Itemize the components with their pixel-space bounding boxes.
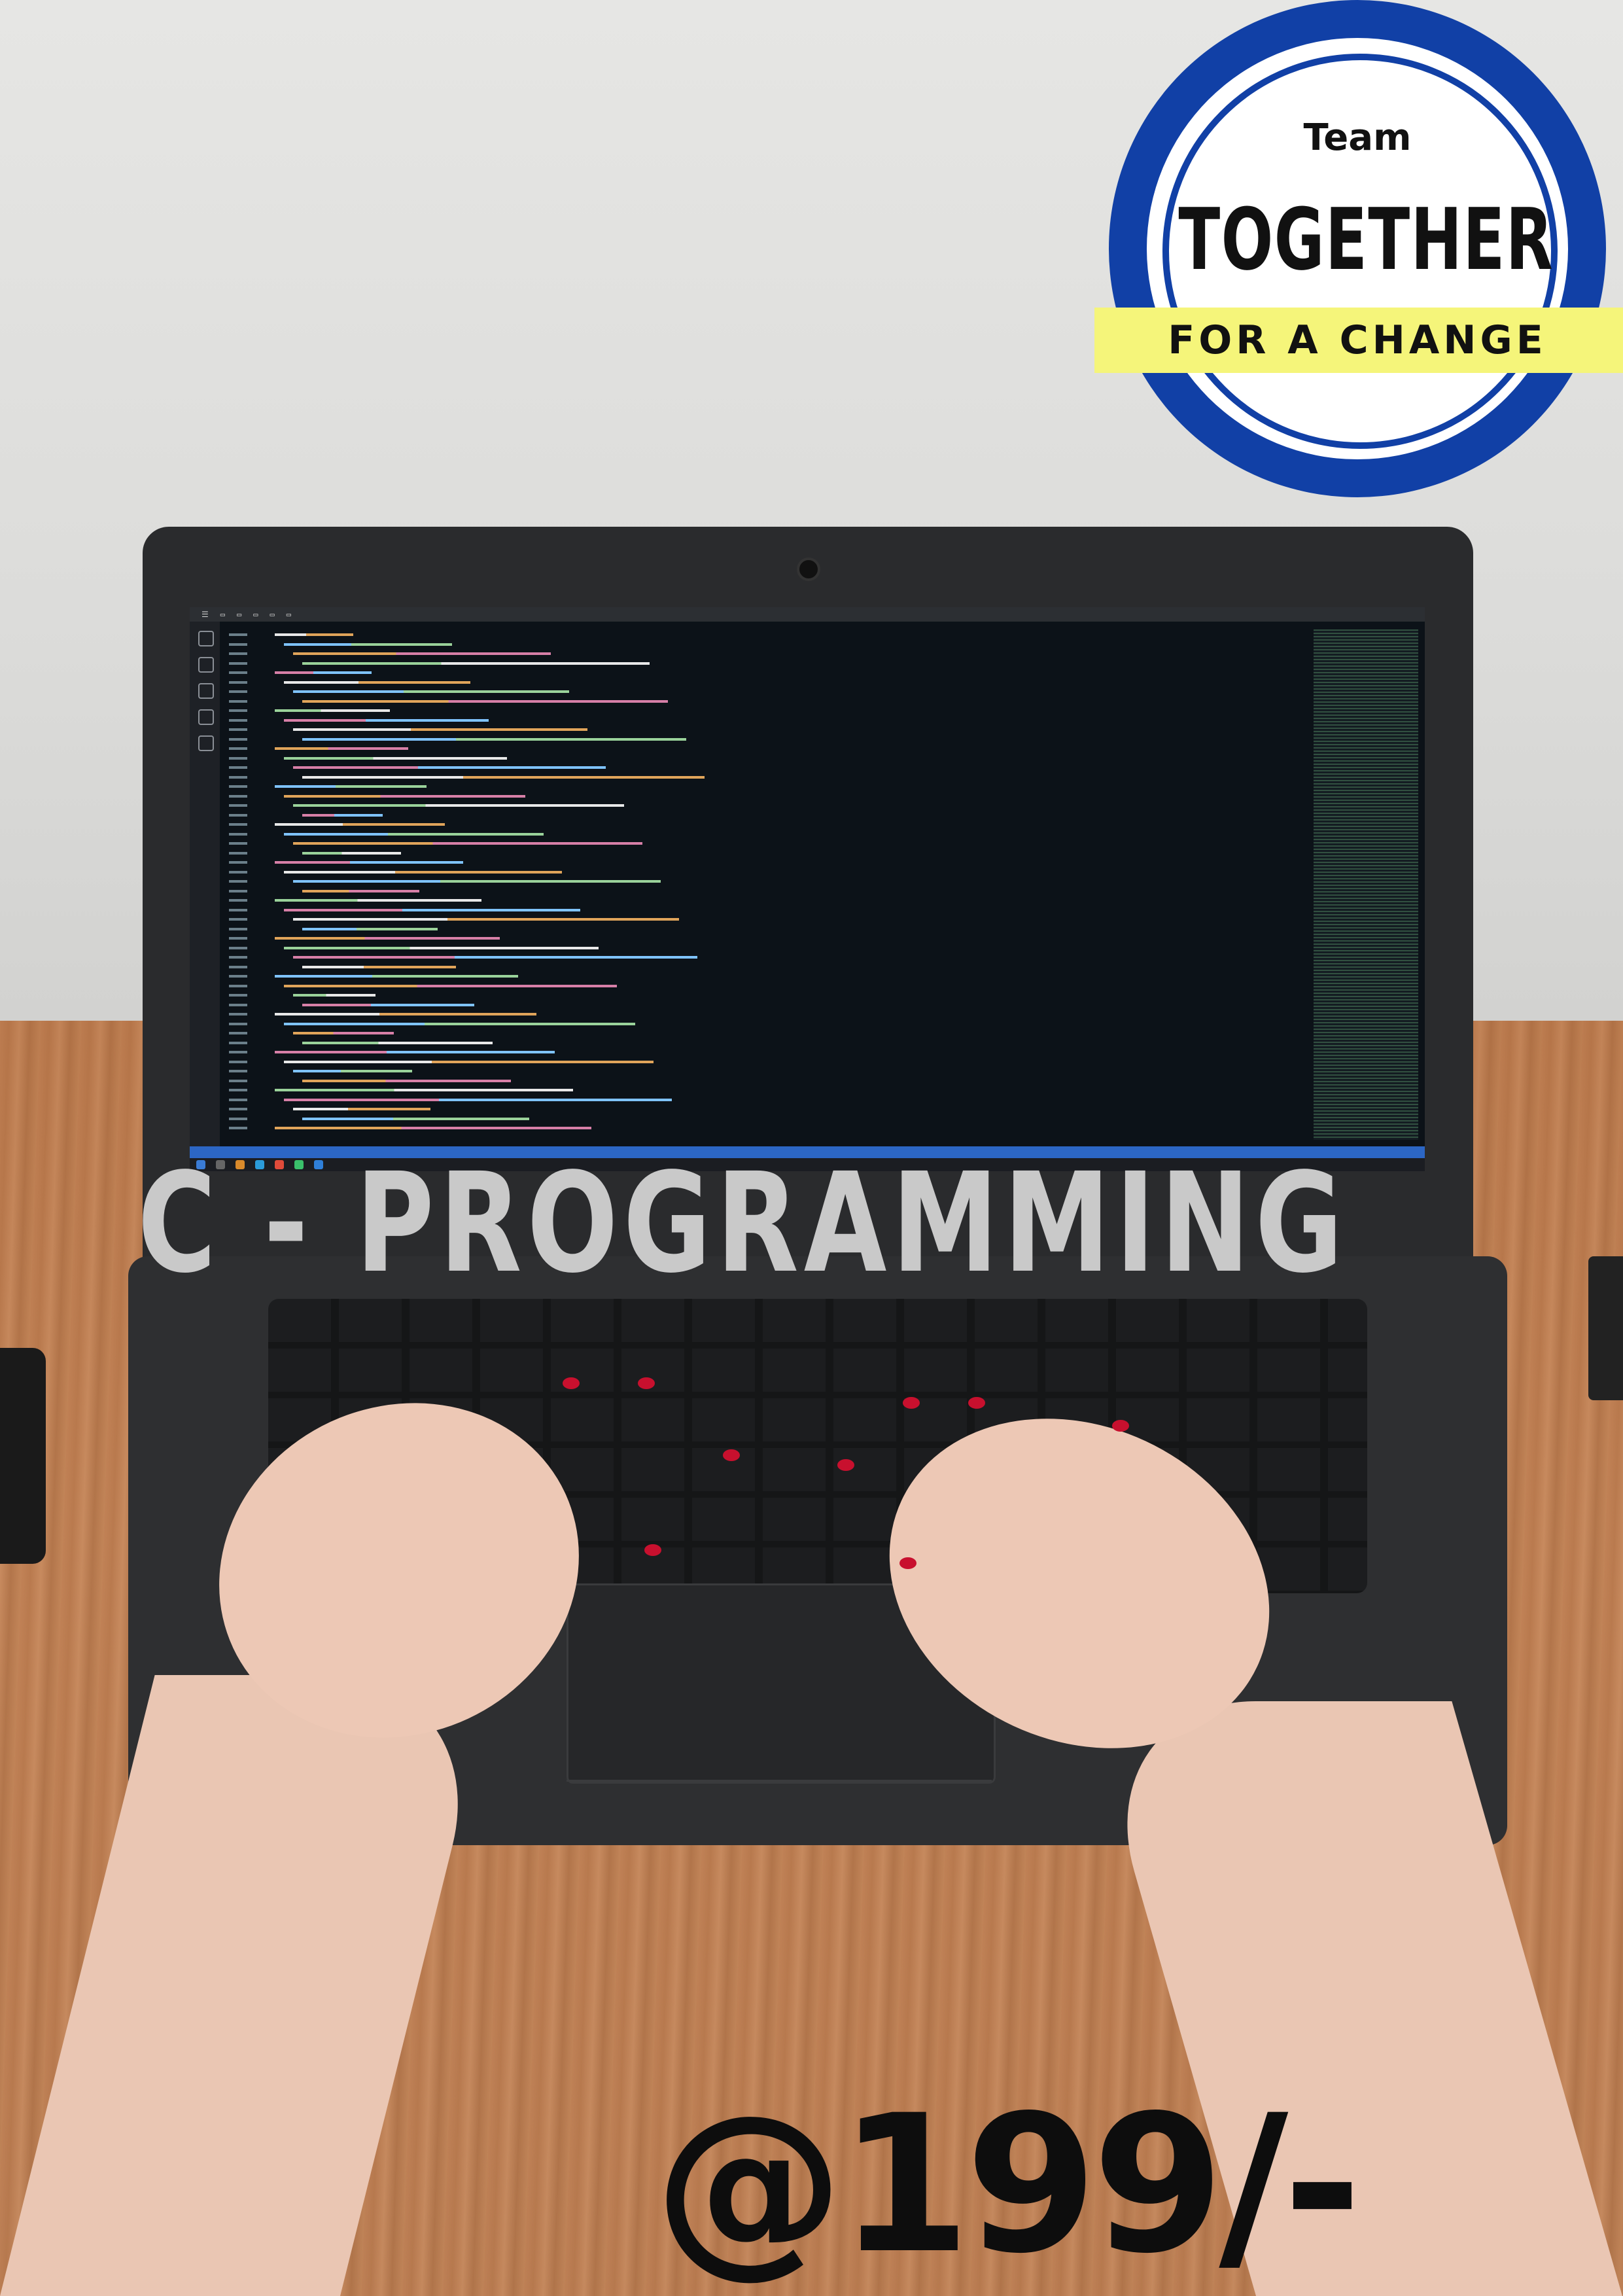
code-line (293, 876, 661, 886)
code-line (284, 942, 599, 952)
line-number-gutter (229, 629, 268, 1133)
code-line (293, 914, 679, 924)
code-line (284, 1056, 654, 1066)
fingernail (1112, 1420, 1129, 1432)
code-line (284, 1094, 672, 1104)
code-line (275, 933, 500, 943)
touchpad-buttons (567, 1780, 992, 1814)
code-line (275, 705, 390, 715)
source-control-icon (198, 683, 214, 699)
code-line (275, 629, 353, 639)
course-title: C - PROGRAMMING (137, 1143, 1348, 1303)
code-line (284, 904, 580, 914)
code-line (275, 781, 427, 791)
code-line (275, 1047, 555, 1057)
fingernail (899, 1557, 916, 1569)
fingernail (638, 1377, 655, 1389)
code-line (284, 790, 525, 800)
code-line (302, 771, 705, 781)
badge-tagline-text: FOR A CHANGE (1168, 317, 1547, 363)
editor-minimap (1314, 629, 1418, 1140)
badge-together-text: TOGETHER (1178, 190, 1554, 289)
code-line (302, 1075, 511, 1085)
laptop-screen: ☰ ▭ ▭ ▭ ▭ ▭ (190, 607, 1425, 1171)
code-line (302, 961, 456, 971)
code-line (302, 885, 419, 895)
search-icon (198, 657, 214, 673)
code-line (275, 743, 408, 753)
code-line (284, 828, 544, 838)
code-line (284, 866, 562, 876)
code-line (302, 1037, 493, 1047)
fingernail (837, 1459, 854, 1471)
fingernail (563, 1377, 580, 1389)
code-line (293, 952, 697, 962)
code-line (284, 1018, 635, 1028)
code-line (293, 1028, 394, 1038)
code-line (293, 648, 551, 658)
code-line (275, 895, 481, 905)
code-line (275, 667, 372, 677)
editor-activity-bar (190, 622, 220, 1158)
fingernail (903, 1397, 920, 1409)
code-line (293, 724, 587, 734)
course-price: @199/- (654, 2075, 1362, 2295)
webcam (797, 557, 820, 581)
code-line (293, 762, 606, 772)
code-line (293, 800, 624, 810)
code-line (275, 971, 518, 981)
code-line (284, 677, 470, 686)
camera-lens (0, 1348, 46, 1564)
fingernail (968, 1397, 985, 1409)
badge-team-text: Team (1303, 116, 1412, 159)
code-line (275, 819, 445, 829)
code-line (302, 733, 686, 743)
editor-menubar: ☰ ▭ ▭ ▭ ▭ ▭ (190, 607, 1425, 622)
code-line (302, 809, 383, 819)
code-area (275, 629, 705, 1133)
code-line (293, 1066, 412, 1076)
extensions-icon (198, 735, 214, 751)
explorer-icon (198, 631, 214, 646)
code-line (302, 999, 474, 1009)
code-line (302, 923, 438, 933)
code-line (284, 752, 507, 762)
team-badge: Team TOGETHER FOR A CHANGE (1094, 0, 1623, 497)
fingernail (644, 1544, 661, 1556)
code-line (284, 980, 617, 990)
code-line (293, 838, 642, 848)
code-line (284, 715, 489, 724)
code-line (275, 1085, 573, 1095)
side-device (1588, 1256, 1623, 1400)
fingernail (723, 1449, 740, 1461)
code-line (302, 847, 401, 857)
code-line (302, 658, 650, 667)
code-line (302, 696, 668, 705)
code-line (284, 639, 452, 648)
code-line (302, 1113, 529, 1123)
code-line (293, 686, 569, 696)
code-line (275, 857, 463, 867)
code-line (275, 1123, 591, 1133)
debug-icon (198, 709, 214, 725)
code-line (275, 1009, 536, 1019)
code-line (293, 990, 375, 1000)
code-line (293, 1104, 430, 1114)
